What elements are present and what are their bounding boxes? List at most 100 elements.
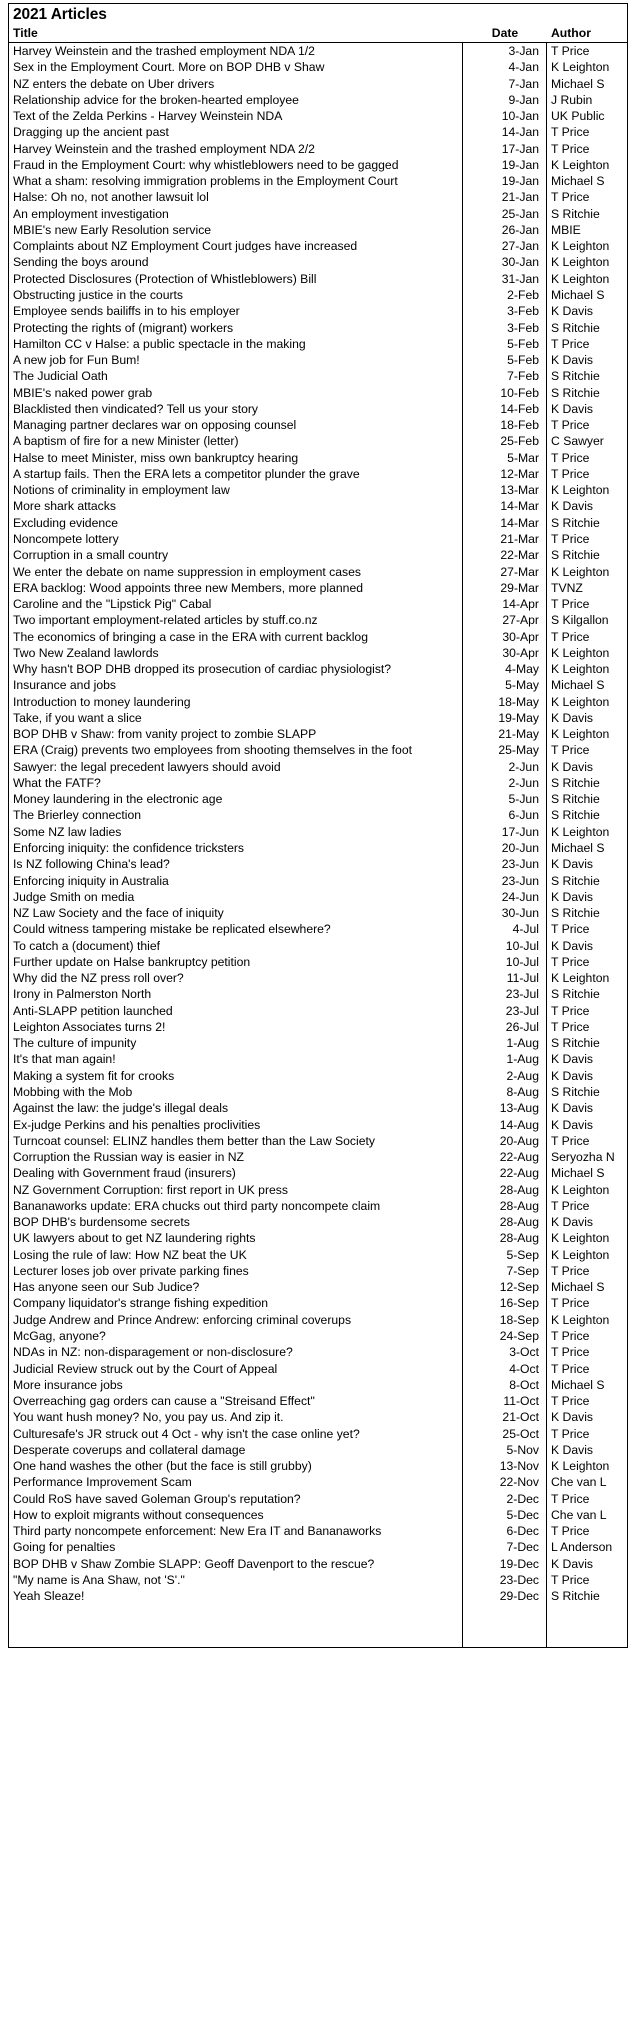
cell-author[interactable]: T Price xyxy=(547,1344,627,1360)
cell-date[interactable]: 5-Mar xyxy=(463,449,547,466)
table-row[interactable]: Corruption in a small country 22-Mar S Rit… xyxy=(9,547,627,564)
cell-author[interactable]: K Davis xyxy=(547,401,627,417)
cell-title[interactable]: We enter the debate on name suppression … xyxy=(9,563,463,580)
cell-title[interactable]: Dealing with Government fraud (insurers) xyxy=(9,1165,463,1182)
cell-date[interactable]: 12-Sep xyxy=(463,1279,547,1296)
table-row[interactable]: Mobbing with the Mob 8-Aug S Ritchie xyxy=(9,1084,627,1101)
cell-date[interactable]: 14-Feb xyxy=(463,400,547,418)
cell-date[interactable]: 16-Sep xyxy=(463,1295,547,1312)
cell-date[interactable]: 23-Dec xyxy=(463,1571,547,1589)
cell-title[interactable]: Harvey Weinstein and the trashed employm… xyxy=(9,43,463,60)
cell-date[interactable]: 27-Apr xyxy=(463,612,547,629)
table-row[interactable]: Leighton Associates turns 2! 26-Jul T Pric… xyxy=(9,1018,627,1036)
cell-author[interactable]: J Rubin xyxy=(547,92,627,108)
cell-title[interactable]: How to exploit migrants without conseque… xyxy=(9,1506,463,1524)
cell-title[interactable]: Judge Andrew and Prince Andrew: enforcin… xyxy=(9,1311,463,1328)
cell-author[interactable]: T Price xyxy=(547,1019,627,1035)
cell-date[interactable]: 2-Jun xyxy=(463,758,547,775)
table-row[interactable]: NDAs in NZ: non-disparagement or non-dis… xyxy=(9,1344,627,1361)
table-row[interactable]: Complaints about NZ Employment Court jud… xyxy=(9,238,627,255)
cell-author[interactable]: T Price xyxy=(547,1328,627,1344)
cell-title[interactable]: NDAs in NZ: non-disparagement or non-dis… xyxy=(9,1344,463,1361)
table-row[interactable]: UK lawyers about to get NZ laundering ri… xyxy=(9,1230,627,1247)
cell-date[interactable]: 23-Jul xyxy=(463,986,547,1003)
cell-date[interactable]: 18-Feb xyxy=(463,417,547,434)
cell-title[interactable]: Losing the rule of law: How NZ beat the … xyxy=(9,1246,463,1263)
table-row[interactable]: The economics of bringing a case in the … xyxy=(9,628,627,645)
table-row[interactable]: What the FATF? 2-Jun S Ritchie xyxy=(9,774,627,792)
cell-author[interactable]: Seryozha N xyxy=(547,1149,627,1165)
cell-title[interactable]: Some NZ law ladies xyxy=(9,823,463,841)
table-row[interactable]: BOP DHB's burdensome secrets 28-Aug K Davi… xyxy=(9,1214,627,1231)
cell-author[interactable]: K Davis xyxy=(547,1214,627,1230)
cell-date[interactable]: 10-Jul xyxy=(463,937,547,954)
cell-date[interactable]: 8-Aug xyxy=(463,1084,547,1101)
table-row[interactable]: More insurance jobs 8-Oct Michael S xyxy=(9,1376,627,1394)
table-row[interactable]: A new job for Fun Bum! 5-Feb K Davis xyxy=(9,352,627,369)
cell-date[interactable]: 4-Jan xyxy=(463,59,547,76)
cell-date[interactable]: 3-Jan xyxy=(463,43,547,60)
cell-author[interactable]: T Price xyxy=(547,1295,627,1311)
cell-author[interactable]: K Davis xyxy=(547,856,627,872)
cell-title[interactable]: Performance Improvement Scam xyxy=(9,1474,463,1491)
cell-author[interactable]: S Ritchie xyxy=(547,775,627,791)
table-row[interactable]: We enter the debate on name suppression … xyxy=(9,563,627,580)
cell-date[interactable]: 19-Jan xyxy=(463,156,547,174)
table-row[interactable]: Judge Andrew and Prince Andrew: enforcin… xyxy=(9,1311,627,1328)
cell-date[interactable]: 4-Oct xyxy=(463,1360,547,1377)
cell-author[interactable]: K Davis xyxy=(547,889,627,905)
table-row[interactable]: Protected Disclosures (Protection of Whi… xyxy=(9,270,627,287)
cell-author[interactable]: T Price xyxy=(547,1426,627,1442)
table-row[interactable]: NZ Government Corruption: first report i… xyxy=(9,1181,627,1198)
table-row[interactable]: Going for penalties 7-Dec L Anderson xyxy=(9,1539,627,1556)
table-row[interactable]: Performance Improvement Scam 22-Nov Che va… xyxy=(9,1474,627,1491)
table-row[interactable]: Why hasn't BOP DHB dropped its prosecuti… xyxy=(9,661,627,678)
table-row[interactable]: Sex in the Employment Court. More on BOP… xyxy=(9,59,627,76)
cell-title[interactable]: Enforcing iniquity in Australia xyxy=(9,872,463,889)
cell-author[interactable]: T Price xyxy=(547,466,627,482)
cell-title[interactable]: Halse to meet Minister, miss own bankrup… xyxy=(9,449,463,466)
cell-date[interactable]: 27-Mar xyxy=(463,563,547,580)
cell-date[interactable]: 10-Feb xyxy=(463,384,547,401)
cell-author[interactable]: T Price xyxy=(547,629,627,645)
table-row[interactable]: McGag, anyone? 24-Sep T Price xyxy=(9,1327,627,1345)
table-row[interactable]: How to exploit migrants without conseque… xyxy=(9,1506,627,1524)
cell-title[interactable]: Blacklisted then vindicated? Tell us you… xyxy=(9,400,463,418)
table-row[interactable]: Dealing with Government fraud (insurers)… xyxy=(9,1165,627,1182)
cell-author[interactable]: K Davis xyxy=(547,1100,627,1116)
cell-author[interactable]: S Ritchie xyxy=(547,791,627,807)
cell-date[interactable]: 22-Aug xyxy=(463,1149,547,1166)
cell-author[interactable]: K Davis xyxy=(547,1409,627,1425)
cell-title[interactable]: Relationship advice for the broken-heart… xyxy=(9,91,463,109)
cell-date[interactable]: 14-Apr xyxy=(463,596,547,613)
table-row[interactable]: Blacklisted then vindicated? Tell us you… xyxy=(9,400,627,418)
table-row[interactable]: Anti-SLAPP petition launched 23-Jul T Pric… xyxy=(9,1002,627,1019)
cell-author[interactable]: T Price xyxy=(547,1393,627,1409)
cell-date[interactable]: 6-Dec xyxy=(463,1523,547,1540)
cell-author[interactable]: K Leighton xyxy=(547,271,627,287)
cell-date[interactable]: 1-Aug xyxy=(463,1035,547,1052)
cell-author[interactable]: Michael S xyxy=(547,76,627,92)
cell-title[interactable]: Fraud in the Employment Court: why whist… xyxy=(9,156,463,174)
cell-author[interactable]: S Ritchie xyxy=(547,1084,627,1100)
cell-author[interactable]: K Leighton xyxy=(547,254,627,270)
table-row[interactable]: A baptism of fire for a new Minister (le… xyxy=(9,433,627,450)
table-row[interactable]: Some NZ law ladies 17-Jun K Leighton xyxy=(9,823,627,841)
table-row[interactable]: Sending the boys around 30-Jan K Leighton xyxy=(9,254,627,271)
cell-title[interactable]: ERA backlog: Wood appoints three new Mem… xyxy=(9,579,463,597)
table-row[interactable]: More shark attacks 14-Mar K Davis xyxy=(9,498,627,515)
cell-author[interactable]: K Leighton xyxy=(547,1182,627,1198)
table-row[interactable]: Ex-judge Perkins and his penalties procl… xyxy=(9,1116,627,1133)
cell-title[interactable]: You want hush money? No, you pay us. And… xyxy=(9,1409,463,1426)
cell-author[interactable]: K Leighton xyxy=(547,694,627,710)
cell-title[interactable]: Money laundering in the electronic age xyxy=(9,791,463,808)
table-row[interactable]: BOP DHB v Shaw Zombie SLAPP: Geoff Daven… xyxy=(9,1555,627,1572)
cell-date[interactable]: 4-Jul xyxy=(463,921,547,938)
cell-title[interactable]: Leighton Associates turns 2! xyxy=(9,1018,463,1036)
cell-title[interactable]: Culturesafe's JR struck out 4 Oct - why … xyxy=(9,1425,463,1442)
cell-author[interactable]: K Davis xyxy=(547,1068,627,1084)
cell-title[interactable]: Take, if you want a slice xyxy=(9,709,463,727)
cell-title[interactable]: Protected Disclosures (Protection of Whi… xyxy=(9,270,463,287)
cell-author[interactable]: Michael S xyxy=(547,840,627,856)
cell-date[interactable]: 30-Jun xyxy=(463,905,547,922)
